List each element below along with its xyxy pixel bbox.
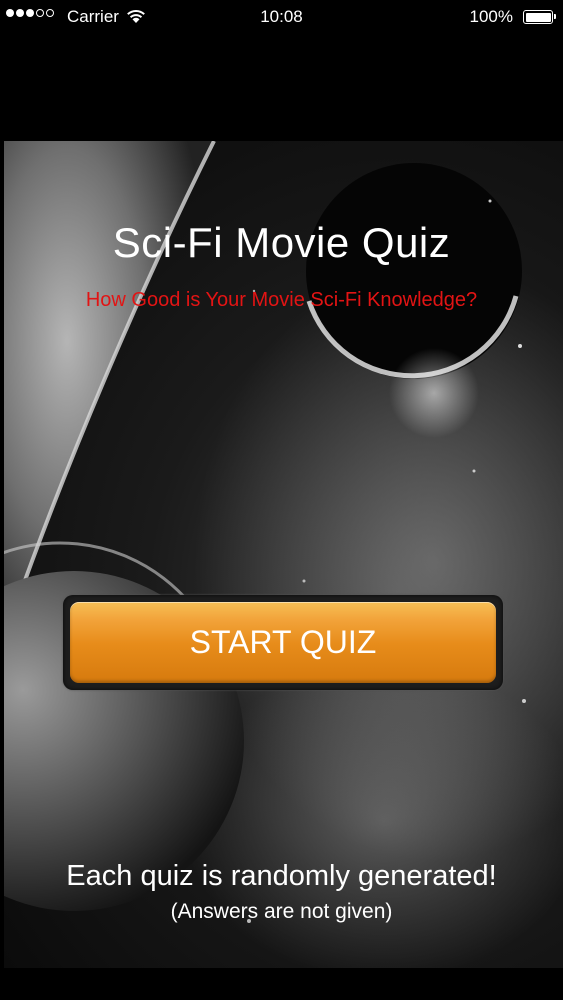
quiz-home-screen: Carrier 10:08 100% Sci-Fi Movie Quiz How… <box>0 0 563 1000</box>
page-title: Sci-Fi Movie Quiz <box>112 219 451 266</box>
info-text: Each quiz is randomly generated! <box>66 860 497 892</box>
status-bar: Carrier 10:08 100% <box>0 0 563 36</box>
battery-icon <box>523 10 556 24</box>
battery-percent: 100% <box>469 7 513 26</box>
start-quiz-button[interactable]: START QUIZ <box>70 602 496 683</box>
info-subtext: (Answers are not given) <box>170 900 393 923</box>
battery-fill <box>525 12 551 22</box>
page-subtitle: How Good is Your Movie Sci-Fi Knowledge? <box>85 289 478 311</box>
